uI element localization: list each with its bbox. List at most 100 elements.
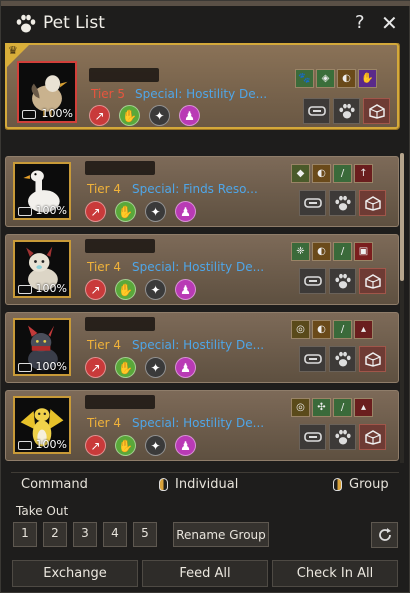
pet-portrait[interactable]: 100% bbox=[13, 396, 71, 454]
pet-card[interactable]: 100% Tier 4 Special: Finds Reso... ↗ ✋ ✦… bbox=[5, 156, 399, 227]
pouch-skill-icon: ♟ bbox=[175, 357, 196, 378]
pet-name-redacted bbox=[85, 161, 155, 175]
group-2-button[interactable]: 2 bbox=[43, 522, 67, 547]
feed-icon bbox=[18, 363, 32, 372]
pet-command-skill-icon: ↗ bbox=[85, 201, 106, 222]
pet-list-window: Pet List ? ✕ ♛ 100% Tier 5 Special: Host… bbox=[0, 0, 410, 593]
trait-icon: ✋ bbox=[358, 69, 377, 88]
exchange-button[interactable]: Exchange bbox=[12, 560, 138, 587]
seal-pet-button[interactable] bbox=[359, 190, 386, 216]
trait-row: 🐾 ◈ ◐ ✋ bbox=[295, 69, 377, 88]
hand-skill-icon: ✋ bbox=[115, 279, 136, 300]
rename-group-button[interactable]: Rename Group bbox=[173, 522, 269, 547]
skill-row: ↗ ✋ ✦ ♟ bbox=[85, 357, 196, 378]
trait-icon: ▴ bbox=[354, 320, 373, 339]
pet-info-button[interactable] bbox=[329, 190, 356, 216]
group-3-button[interactable]: 3 bbox=[73, 522, 97, 547]
pet-name-redacted bbox=[89, 68, 159, 82]
hunger-percent: 100% bbox=[35, 282, 67, 295]
pet-command-skill-icon: ↗ bbox=[85, 279, 106, 300]
trait-icon: / bbox=[333, 398, 352, 417]
pet-card[interactable]: 100% Tier 4 Special: Hostility De... ↗ ✋… bbox=[5, 234, 399, 305]
trait-icon: ◆ bbox=[291, 164, 310, 183]
skill-row: ↗ ✋ ✦ ♟ bbox=[85, 279, 196, 300]
seal-pet-button[interactable] bbox=[359, 346, 386, 372]
pet-card[interactable]: 100% Tier 4 Special: Hostility De... ↗ ✋… bbox=[5, 312, 399, 383]
hunger-percent: 100% bbox=[35, 360, 67, 373]
hunger-percent: 100% bbox=[35, 438, 67, 451]
trait-icon: ✣ bbox=[312, 398, 331, 417]
skill-row: ↗ ✋ ✦ ♟ bbox=[85, 201, 196, 222]
pet-name-redacted bbox=[85, 317, 155, 331]
pet-card[interactable]: ♛ 100% Tier 5 Special: Hostility De... ↗… bbox=[5, 43, 399, 129]
paw-icon bbox=[334, 351, 351, 366]
refresh-button[interactable] bbox=[371, 522, 398, 548]
feed-button[interactable] bbox=[299, 346, 326, 372]
compass-skill-icon: ✦ bbox=[149, 105, 170, 126]
paw-icon bbox=[16, 14, 36, 33]
command-individual[interactable]: Individual bbox=[175, 477, 238, 492]
pet-portrait[interactable]: 100% bbox=[13, 240, 71, 298]
feed-button[interactable] bbox=[299, 268, 326, 294]
hand-skill-icon: ✋ bbox=[115, 435, 136, 456]
command-group[interactable]: Group bbox=[349, 477, 389, 492]
pet-portrait[interactable]: 100% bbox=[13, 318, 71, 376]
feed-icon bbox=[18, 207, 32, 216]
group-4-button[interactable]: 4 bbox=[103, 522, 127, 547]
trait-icon: / bbox=[333, 164, 352, 183]
pet-actions bbox=[299, 268, 386, 294]
trait-icon: ◐ bbox=[337, 69, 356, 88]
paw-icon bbox=[334, 195, 351, 210]
box-icon bbox=[364, 352, 381, 367]
compass-skill-icon: ✦ bbox=[145, 201, 166, 222]
trait-icon: ◐ bbox=[312, 164, 331, 183]
pet-info-button[interactable] bbox=[329, 346, 356, 372]
trait-icon: ◐ bbox=[312, 242, 331, 261]
feed-bowl-icon bbox=[303, 198, 322, 208]
pet-actions bbox=[299, 346, 386, 372]
pet-card[interactable]: 100% Tier 4 Special: Hostility De... ↗ ✋… bbox=[5, 390, 399, 461]
pet-list: ♛ 100% Tier 5 Special: Hostility De... ↗… bbox=[5, 43, 405, 465]
pouch-skill-icon: ♟ bbox=[175, 201, 196, 222]
seal-pet-button[interactable] bbox=[359, 424, 386, 450]
compass-skill-icon: ✦ bbox=[145, 279, 166, 300]
feed-button[interactable] bbox=[303, 98, 330, 124]
trait-icon: 🐾 bbox=[295, 69, 314, 88]
pet-command-skill-icon: ↗ bbox=[85, 435, 106, 456]
feed-all-button[interactable]: Feed All bbox=[142, 560, 268, 587]
seal-pet-button[interactable] bbox=[363, 98, 390, 124]
crown-icon: ♛ bbox=[8, 44, 18, 57]
pet-info-button[interactable] bbox=[333, 98, 360, 124]
trait-icon: ◎ bbox=[291, 320, 310, 339]
hunger-percent: 100% bbox=[35, 204, 67, 217]
pet-command-skill-icon: ↗ bbox=[89, 105, 110, 126]
pet-tier: Tier 4 bbox=[87, 338, 122, 352]
pet-portrait[interactable]: 100% bbox=[13, 162, 71, 220]
skill-row: ↗ ✋ ✦ ♟ bbox=[85, 435, 196, 456]
title-bar[interactable]: Pet List ? ✕ bbox=[1, 6, 410, 42]
seal-pet-button[interactable] bbox=[359, 268, 386, 294]
trait-row: ◆ ◐ / ↑ bbox=[291, 164, 373, 183]
pet-portrait[interactable]: 100% bbox=[17, 61, 77, 123]
pet-tier: Tier 5 bbox=[91, 87, 126, 101]
trait-icon: ❈ bbox=[291, 242, 310, 261]
trait-row: ❈ ◐ / ▣ bbox=[291, 242, 373, 261]
group-1-button[interactable]: 1 bbox=[13, 522, 37, 547]
scrollbar-thumb[interactable] bbox=[400, 153, 404, 281]
group-5-button[interactable]: 5 bbox=[133, 522, 157, 547]
help-button[interactable]: ? bbox=[355, 12, 365, 33]
pet-special: Special: Finds Reso... bbox=[132, 182, 258, 196]
feed-bowl-icon bbox=[307, 106, 326, 116]
command-label: Command bbox=[21, 477, 88, 492]
divider bbox=[11, 472, 399, 473]
feed-button[interactable] bbox=[299, 190, 326, 216]
feed-button[interactable] bbox=[299, 424, 326, 450]
box-icon bbox=[364, 274, 381, 289]
window-title: Pet List bbox=[43, 13, 105, 33]
close-button[interactable]: ✕ bbox=[381, 11, 398, 35]
trait-row: ◎ ✣ / ▴ bbox=[291, 398, 373, 417]
pet-info-button[interactable] bbox=[329, 268, 356, 294]
check-in-all-button[interactable]: Check In All bbox=[272, 560, 398, 587]
pet-info-button[interactable] bbox=[329, 424, 356, 450]
refresh-icon bbox=[378, 528, 391, 541]
